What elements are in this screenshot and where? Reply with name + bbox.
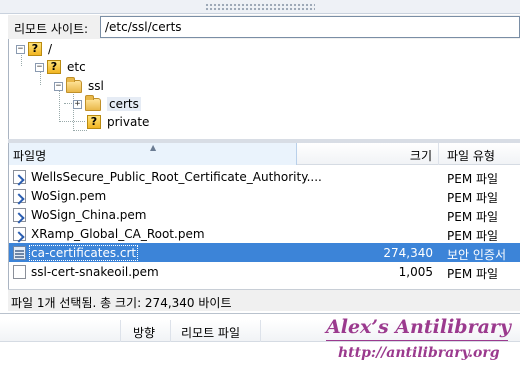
question-folder-icon: ? (47, 60, 61, 74)
remote-site-bar: 리모트 사이트: /etc/ssl/certs (8, 15, 520, 39)
folder-icon (66, 76, 82, 93)
file-type: 보안 인증서 (447, 248, 507, 262)
file-type: PEM 파일 (447, 267, 499, 281)
tree-label-etc: etc (67, 60, 86, 74)
tree-item-private[interactable]: ? private (87, 113, 149, 131)
file-name: XRamp_Global_CA_Root.pem (31, 227, 205, 241)
collapse-icon[interactable]: − (16, 44, 25, 54)
tree-item-root[interactable]: − ? / (16, 40, 52, 58)
file-row[interactable]: WoSign.pem PEM 파일 (9, 186, 520, 205)
column-header-size[interactable]: 크기 (297, 143, 439, 165)
remote-directory-tree: − ? / − ? etc − ssl + certs ? private (8, 39, 520, 139)
watermark-title: Alex’s Antilibrary (326, 316, 511, 338)
tree-label-ssl: ssl (88, 79, 104, 93)
file-type: PEM 파일 (447, 229, 499, 243)
collapse-icon[interactable]: − (54, 81, 63, 91)
file-row-selected[interactable]: ca-certificates.crt 274,340 보안 인증서 (9, 243, 520, 262)
status-bar: 파일 1개 선택됨. 총 크기: 274,340 바이트 (8, 289, 520, 311)
file-size: 274,340 (383, 246, 433, 260)
link-file-icon (13, 208, 26, 222)
tree-item-certs[interactable]: + certs (73, 94, 141, 113)
column-name-label: 파일명 (13, 149, 47, 163)
top-splitter-bar[interactable] (0, 0, 520, 14)
file-name: WoSign_China.pem (31, 208, 147, 222)
remote-path-input[interactable]: /etc/ssl/certs (100, 16, 520, 38)
file-type: PEM 파일 (447, 172, 499, 186)
file-name: ca-certificates.crt (28, 245, 139, 261)
file-row[interactable]: XRamp_Global_CA_Root.pem PEM 파일 (9, 224, 520, 243)
file-list-header: 파일명 ▲ 크기 파일 유형 (9, 143, 520, 165)
remote-file-list: 파일명 ▲ 크기 파일 유형 WellsSecure_Public_Root_C… (8, 143, 520, 289)
sort-ascending-icon: ▲ (150, 143, 157, 152)
column-header-remote-file[interactable]: 리모트 파일 (181, 324, 240, 341)
expand-icon[interactable]: + (73, 99, 82, 109)
file-size: 1,005 (398, 265, 433, 279)
file-icon (13, 265, 26, 279)
file-name: WellsSecure_Public_Root_Certificate_Auth… (31, 170, 322, 184)
file-name: ssl-cert-snakeoil.pem (31, 265, 159, 279)
question-folder-icon: ? (87, 115, 101, 129)
tree-label-root: / (48, 42, 53, 56)
file-row[interactable]: WoSign_China.pem PEM 파일 (9, 205, 520, 224)
file-row[interactable]: ssl-cert-snakeoil.pem 1,005 PEM 파일 (9, 262, 520, 281)
link-file-icon (13, 170, 26, 184)
remote-site-label: 리모트 사이트: (14, 22, 89, 36)
tree-label-private: private (107, 115, 150, 129)
tree-item-etc[interactable]: − ? etc (35, 58, 86, 76)
question-folder-icon: ? (28, 42, 42, 56)
collapse-icon[interactable]: − (35, 62, 44, 72)
splitter-grip[interactable] (205, 3, 315, 11)
file-type: PEM 파일 (447, 210, 499, 224)
link-file-icon (13, 189, 26, 203)
watermark-divider (326, 340, 508, 341)
column-header-name[interactable]: 파일명 ▲ (9, 143, 297, 165)
link-file-icon (13, 227, 26, 241)
file-row[interactable]: WellsSecure_Public_Root_Certificate_Auth… (9, 167, 520, 186)
column-header-type[interactable]: 파일 유형 (439, 143, 520, 165)
folder-open-icon (85, 94, 101, 111)
tree-label-certs: certs (107, 97, 141, 111)
file-type: PEM 파일 (447, 191, 499, 205)
file-name: WoSign.pem (31, 189, 107, 203)
column-header-direction[interactable]: 방향 (133, 324, 155, 341)
certificate-icon (13, 246, 26, 260)
watermark-url: http://antilibrary.org (338, 345, 500, 361)
tree-item-ssl[interactable]: − ssl (54, 76, 104, 95)
